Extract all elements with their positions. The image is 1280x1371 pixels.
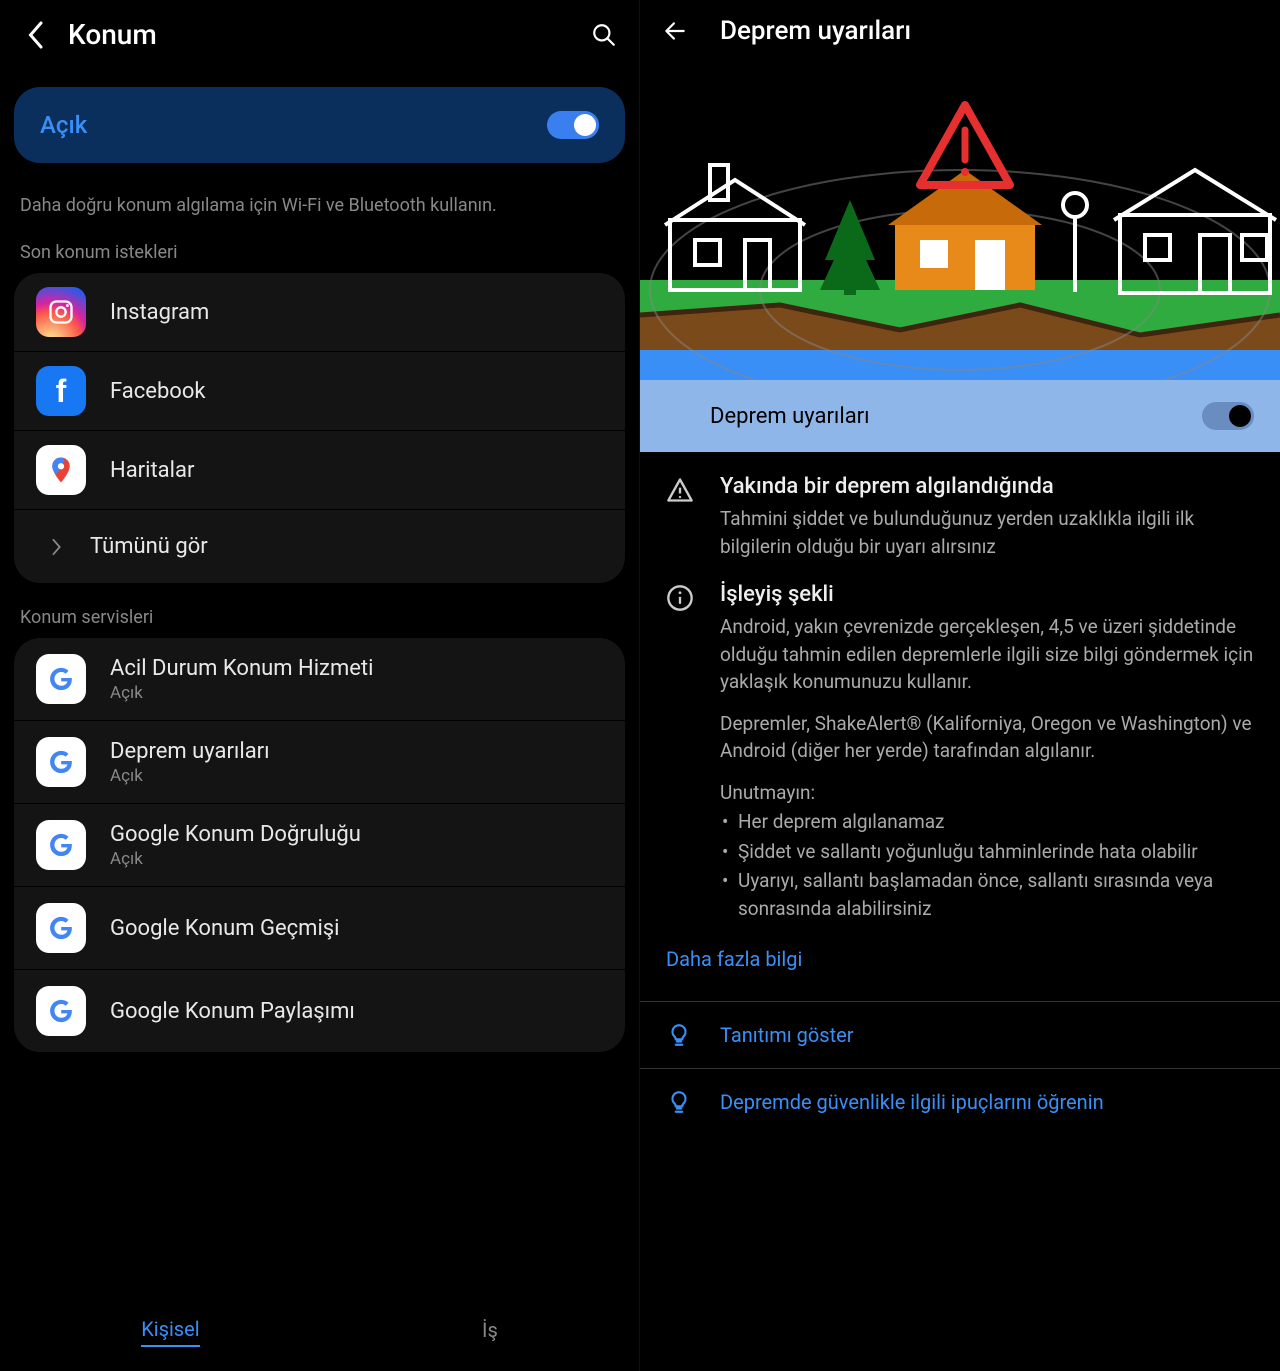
app-label: Haritalar	[110, 458, 194, 483]
info-title: Yakında bir deprem algılandığında	[720, 474, 1254, 499]
location-master-toggle[interactable]: Açık	[14, 87, 625, 163]
page-title: Konum	[68, 18, 589, 51]
search-icon	[591, 22, 617, 48]
earthquake-hero-illustration	[640, 70, 1280, 380]
info-title: İşleyiş şekli	[720, 582, 1254, 607]
chevron-right-icon	[46, 538, 68, 556]
service-title: Google Konum Geçmişi	[110, 916, 340, 941]
tip-row-demo[interactable]: Tanıtımı göster	[640, 1002, 1280, 1068]
info-icon	[666, 584, 696, 924]
services-card: Acil Durum Konum Hizmeti Açık Deprem uya…	[14, 638, 625, 1052]
view-all-row[interactable]: Tümünü gör	[14, 510, 625, 583]
toggle-label: Açık	[40, 111, 87, 139]
info-text: Tahmini şiddet ve bulunduğunuz yerden uz…	[720, 505, 1254, 560]
info-paragraph: Android, yakın çevrenizde gerçekleşen, 4…	[720, 613, 1254, 696]
recent-apps-card: Instagram f Facebook Haritalar Tümünü gö…	[14, 273, 625, 583]
bottom-tabs: Kişisel İş	[0, 1293, 639, 1371]
app-label: Instagram	[110, 300, 209, 325]
service-row-emergency[interactable]: Acil Durum Konum Hizmeti Açık	[14, 638, 625, 721]
facebook-icon: f	[36, 366, 86, 416]
back-button[interactable]	[660, 16, 690, 46]
google-icon	[36, 986, 86, 1036]
toggle-switch[interactable]	[1202, 402, 1254, 430]
remember-label: Unutmayın:	[720, 779, 1254, 807]
service-title: Google Konum Doğruluğu	[110, 822, 361, 847]
app-row-facebook[interactable]: f Facebook	[14, 352, 625, 431]
lightbulb-icon	[666, 1022, 696, 1048]
app-label: Facebook	[110, 379, 206, 404]
hint-text: Daha doğru konum algılama için Wi-Fi ve …	[0, 163, 639, 236]
service-row-accuracy[interactable]: Google Konum Doğruluğu Açık	[14, 804, 625, 887]
toggle-switch[interactable]	[547, 111, 599, 139]
google-icon	[36, 737, 86, 787]
service-row-sharing[interactable]: Google Konum Paylaşımı	[14, 970, 625, 1052]
info-paragraph: Depremler, ShakeAlert® (Kaliforniya, Ore…	[720, 710, 1254, 765]
tip-row-safety[interactable]: Depremde güvenlikle ilgili ipuçlarını öğ…	[640, 1069, 1280, 1135]
info-bullet-list: Her deprem algılanamaz Şiddet ve sallant…	[720, 808, 1254, 922]
service-row-earthquake[interactable]: Deprem uyarıları Açık	[14, 721, 625, 804]
instagram-icon	[36, 287, 86, 337]
left-header: Konum	[0, 0, 639, 69]
info-bullet: Şiddet ve sallantı yoğunluğu tahminlerin…	[720, 838, 1254, 866]
info-section-how-it-works: İşleyiş şekli Android, yakın çevrenizde …	[640, 560, 1280, 924]
view-all-label: Tümünü gör	[90, 534, 208, 559]
service-row-history[interactable]: Google Konum Geçmişi	[14, 887, 625, 970]
service-title: Deprem uyarıları	[110, 739, 270, 764]
chevron-left-icon	[25, 20, 45, 50]
lightbulb-icon	[666, 1089, 696, 1115]
service-title: Google Konum Paylaşımı	[110, 999, 355, 1024]
tip-label: Depremde güvenlikle ilgili ipuçlarını öğ…	[720, 1090, 1104, 1114]
toggle-label: Deprem uyarıları	[710, 404, 870, 429]
info-text: Android, yakın çevrenizde gerçekleşen, 4…	[720, 613, 1254, 922]
info-bullet: Her deprem algılanamaz	[720, 808, 1254, 836]
info-section-detected: Yakında bir deprem algılandığında Tahmin…	[640, 452, 1280, 560]
service-title: Acil Durum Konum Hizmeti	[110, 656, 373, 681]
service-sub: Açık	[110, 849, 361, 869]
arrow-left-icon	[662, 18, 688, 44]
maps-icon	[36, 445, 86, 495]
google-icon	[36, 654, 86, 704]
right-header: Deprem uyarıları	[640, 0, 1280, 62]
google-icon	[36, 903, 86, 953]
service-sub: Açık	[110, 683, 373, 703]
tip-label: Tanıtımı göster	[720, 1023, 854, 1047]
warning-triangle-icon	[666, 476, 696, 560]
service-sub: Açık	[110, 766, 270, 786]
more-info-link[interactable]: Daha fazla bilgi	[640, 925, 1280, 1001]
tab-work[interactable]: İş	[482, 1318, 498, 1346]
section-label-recent: Son konum istekleri	[0, 236, 639, 273]
tab-personal[interactable]: Kişisel	[141, 1317, 199, 1347]
section-label-services: Konum servisleri	[0, 601, 639, 638]
page-title: Deprem uyarıları	[720, 16, 911, 46]
google-icon	[36, 820, 86, 870]
earthquake-alerts-toggle-row[interactable]: Deprem uyarıları	[640, 380, 1280, 452]
back-button[interactable]	[20, 20, 50, 50]
search-button[interactable]	[589, 20, 619, 50]
info-bullet: Uyarıyı, sallantı başlamadan önce, salla…	[720, 867, 1254, 922]
app-row-maps[interactable]: Haritalar	[14, 431, 625, 510]
app-row-instagram[interactable]: Instagram	[14, 273, 625, 352]
